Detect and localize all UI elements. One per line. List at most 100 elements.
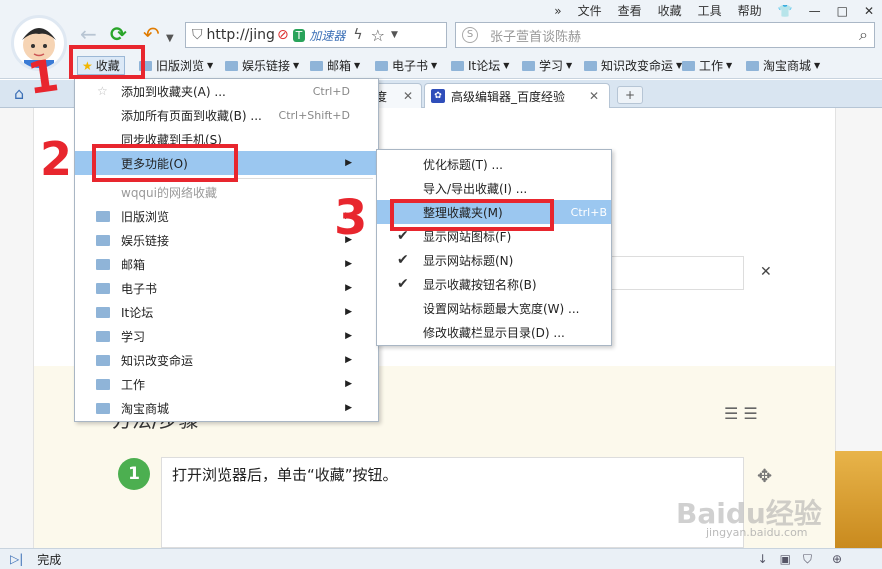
menu-folder[interactable]: 旧版浏览 ▶ [75,204,378,228]
maximize-icon[interactable]: □ [829,2,856,20]
sidebar-toggle-icon[interactable]: ▷| [10,552,23,566]
menu-item-label: 工作 [121,377,146,392]
menu-item-label: 优化标题(T) ... [423,157,503,172]
search-input[interactable]: 张子萱首谈陈赫 [490,26,581,45]
tab-active[interactable]: ✿ 高级编辑器_百度经验 ✕ [424,83,610,108]
zoom-icon[interactable]: ⊕ [832,552,842,566]
refresh-icon[interactable]: ⟳ [110,24,127,44]
search-engine-icon[interactable]: S [462,27,478,43]
menu-folder[interactable]: 邮箱 ▶ [75,252,378,276]
star-icon: ☆ [97,84,108,98]
submenu-arrow-icon: ▶ [345,307,352,317]
close-icon[interactable]: ✕ [856,2,882,20]
search-icon[interactable]: ⌕ [859,25,868,45]
menu-item-label: 添加到收藏夹(A) ... [121,84,226,99]
menu-item-label: 显示网站标题(N) [423,253,514,268]
fav-folder-label: 学习 [539,59,564,73]
fav-folder[interactable]: 电子书 ▼ [375,56,437,75]
menu-favorites[interactable]: 收藏 [650,2,690,20]
fav-folder[interactable]: 学习 ▼ [522,56,572,75]
favorites-menu: ☆ 添加到收藏夹(A) ... Ctrl+D 添加所有页面到收藏(B) ... … [74,78,379,422]
menu-help[interactable]: 帮助 [730,2,770,20]
undo-icon[interactable]: ↶ [143,24,160,44]
tab-close-icon[interactable]: ✕ [403,89,413,103]
address-bar[interactable]: ⛉ http://jing ⊘ T 加速器 ϟ ☆ ▼ [185,22,447,48]
menu-show-titles[interactable]: ✔ 显示网站标题(N) [377,248,611,272]
watermark-url: jingyan.baidu.com [706,526,808,539]
left-sidebar-strip [0,108,34,548]
folder-icon [746,60,759,71]
fav-folder[interactable]: 邮箱 ▼ [310,56,360,75]
menu-show-button-names[interactable]: ✔ 显示收藏按钮名称(B) [377,272,611,296]
submenu-arrow-icon: ▶ [345,283,352,293]
fav-folder[interactable]: 旧版浏览 ▼ [139,56,213,75]
minimize-icon[interactable]: — [801,2,829,20]
skin-icon[interactable]: 👕 [770,2,801,20]
menu-folder[interactable]: 娱乐链接 ▶ [75,228,378,252]
menu-folder[interactable]: 淘宝商城 ▶ [75,396,378,420]
new-tab-button[interactable]: + [617,86,643,104]
check-icon: ✔ [397,252,409,268]
search-box[interactable]: S 张子萱首谈陈赫 ⌕ [455,22,875,48]
menu-add-all[interactable]: 添加所有页面到收藏(B) ... Ctrl+Shift+D [75,103,378,127]
page-input-field[interactable] [600,256,744,290]
home-icon[interactable]: ⌂ [14,84,24,103]
undo-dropdown-icon[interactable]: ▼ [166,29,174,49]
menu-file[interactable]: 文件 [570,2,610,20]
submenu-arrow-icon: ▶ [345,379,352,389]
menu-import-export[interactable]: 导入/导出收藏(I) ... [377,176,611,200]
menu-item-label: 电子书 [121,281,158,296]
folder-icon [96,259,110,270]
fav-folder[interactable]: 知识改变命运 ▼ [584,56,682,75]
address-url[interactable]: http://jing [207,27,275,43]
menu-item-label: 娱乐链接 [121,233,170,248]
folder-icon [451,60,464,71]
menu-item-label: 知识改变命运 [121,353,194,368]
more-functions-submenu: 优化标题(T) ... 导入/导出收藏(I) ... 整理收藏夹(M) Ctrl+… [376,149,612,346]
list-view-icon[interactable]: ☰ ☰ [724,404,758,423]
folder-icon [310,60,323,71]
star-icon[interactable]: ☆ [371,26,385,45]
menu-more[interactable]: » [546,2,569,20]
menu-item-shortcut: Ctrl+D [312,84,350,98]
menu-change-display-folder[interactable]: 修改收藏栏显示目录(D) ... [377,320,611,344]
fav-folder-label: 旧版浏览 [156,59,205,73]
menu-add-favorite[interactable]: ☆ 添加到收藏夹(A) ... Ctrl+D [75,79,378,103]
menu-folder[interactable]: 电子书 ▶ [75,276,378,300]
fav-folder-label: 邮箱 [327,59,352,73]
menu-tools[interactable]: 工具 [690,2,730,20]
tab-label: 高级编辑器_百度经验 [451,89,566,104]
menu-item-label: It论坛 [121,305,154,320]
fav-folder[interactable]: 工作 ▼ [682,56,732,75]
menu-folder[interactable]: 学习 ▶ [75,324,378,348]
accelerator-label[interactable]: 加速器 [309,27,345,44]
lightning-icon[interactable]: ϟ [353,27,362,43]
menu-set-title-width[interactable]: 设置网站标题最大宽度(W) ... [377,296,611,320]
fav-folder-label: 娱乐链接 [242,59,291,73]
move-icon[interactable]: ✥ [757,466,772,487]
status-bar: ▷| 完成 ↓▣⛉ ⊕ [0,548,882,569]
menu-folder[interactable]: 知识改变命运 ▶ [75,348,378,372]
security-badge-icon: T [292,28,306,42]
menu-view[interactable]: 查看 [610,2,650,20]
tab-close-icon[interactable]: ✕ [589,89,599,103]
check-icon: ✔ [397,276,409,292]
field-close-icon[interactable]: ✕ [760,264,772,280]
title-bar: » 文件 查看 收藏 工具 帮助 👕 — □ ✕ [0,0,882,22]
menu-folder[interactable]: 工作 ▶ [75,372,378,396]
back-icon[interactable]: ← [80,24,97,44]
menu-item-label: 邮箱 [121,257,146,272]
address-dropdown-icon[interactable]: ▼ [391,30,398,40]
folder-icon [96,355,110,366]
fav-folder[interactable]: 淘宝商城 ▼ [746,56,820,75]
fav-folder[interactable]: It论坛 ▼ [451,56,509,75]
menu-optimize-titles[interactable]: 优化标题(T) ... [377,152,611,176]
submenu-arrow-icon: ▶ [345,403,352,413]
fav-folder-label: It论坛 [468,59,501,73]
annotation-number-2: 2 [40,132,73,186]
step-text[interactable]: 打开浏览器后，单击“收藏”按钮。 [172,464,398,485]
menu-folder[interactable]: It论坛 ▶ [75,300,378,324]
chat-widget[interactable] [835,451,882,548]
folder-icon [584,60,597,71]
fav-folder[interactable]: 娱乐链接 ▼ [225,56,299,75]
